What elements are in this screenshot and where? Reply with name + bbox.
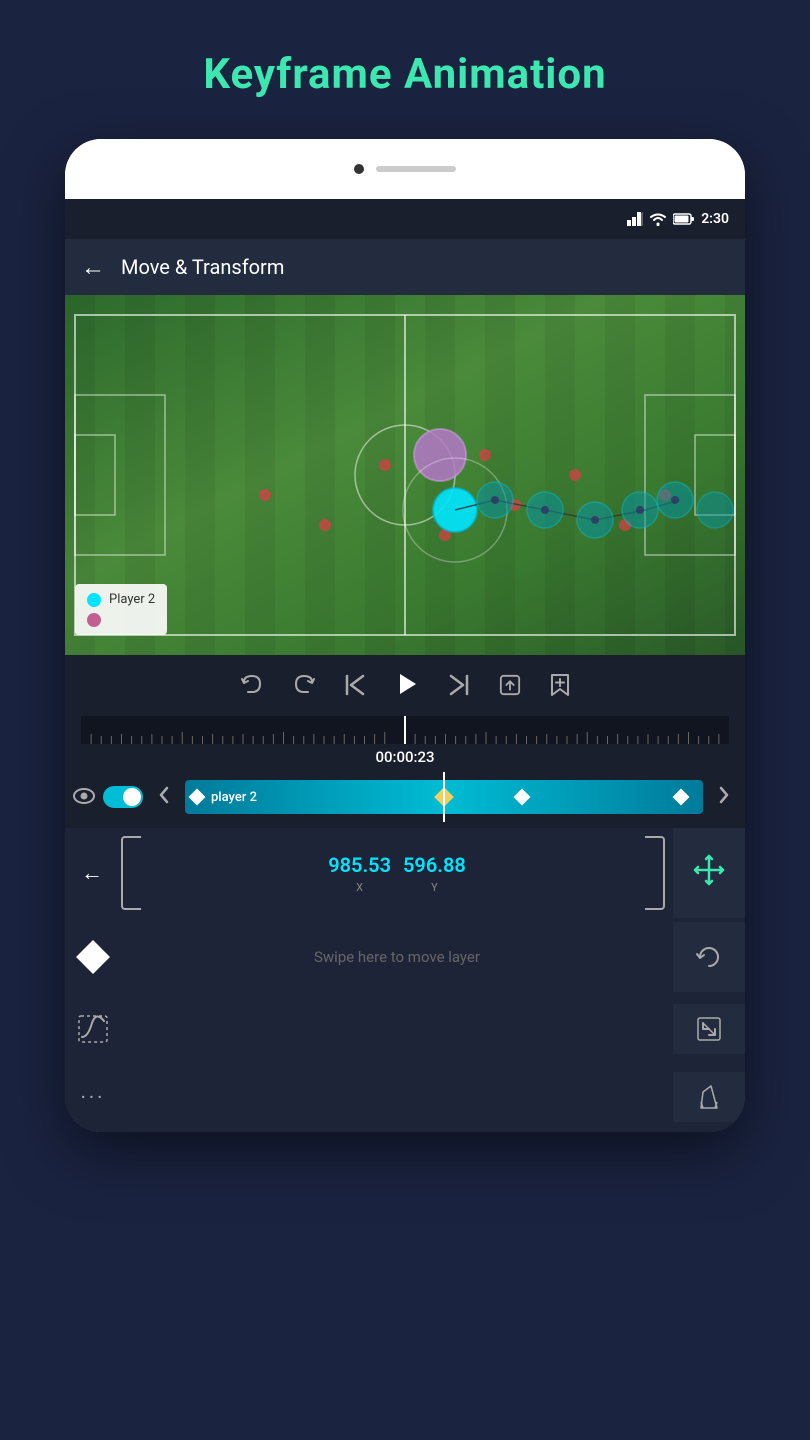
legend-item-purple: [87, 613, 155, 627]
speaker-bar: [376, 166, 456, 172]
skip-end-button[interactable]: [448, 674, 470, 702]
status-icons: 2:30: [627, 211, 729, 227]
status-time: 2:30: [701, 211, 729, 227]
timeline-area: // ticks generated via CSS below: [65, 716, 745, 774]
controls-buttons: [65, 671, 745, 704]
phone-top-bar: [65, 139, 745, 199]
tool-left-keyframe: [65, 945, 121, 969]
status-bar: 2:30: [65, 199, 745, 239]
track-nav-next[interactable]: [711, 782, 737, 813]
keyframe-tool-icon[interactable]: [76, 940, 110, 974]
more-options-button[interactable]: ···: [65, 1077, 121, 1117]
timecode-display: 00:00:23: [81, 744, 729, 774]
tool-right-rotate[interactable]: [673, 922, 745, 992]
undo-button[interactable]: [240, 674, 264, 702]
coord-bracket-left: [121, 836, 141, 910]
transform-inputs: 985.53 X 596.88 Y: [121, 828, 673, 918]
redo-button[interactable]: [292, 674, 316, 702]
x-label: X: [356, 881, 363, 894]
track-label: player 2: [211, 790, 257, 805]
phone-frame: 2:30 ← Move & Transform: [65, 139, 745, 1132]
skew-icon: [695, 1084, 723, 1110]
track-toggle[interactable]: [103, 786, 143, 808]
tool-left-dots: ···: [65, 1077, 121, 1117]
transform-row: ← 985.53 X 596.88 Y: [65, 828, 745, 918]
tool-left-strip: [65, 1015, 121, 1043]
track-strip[interactable]: player 2: [185, 780, 703, 814]
legend-dot-cyan: [87, 593, 101, 607]
legend-dot-purple: [87, 613, 101, 627]
track-toggle-thumb: [123, 788, 141, 806]
loop-button[interactable]: [498, 674, 522, 702]
battery-icon: [673, 213, 695, 225]
coord-field-y: 596.88 Y: [403, 853, 466, 894]
bottom-panel: ← 985.53 X 596.88 Y: [65, 828, 745, 1132]
track-cursor-line: [443, 772, 445, 822]
skip-start-button[interactable]: [344, 674, 366, 702]
video-area: Player 2: [65, 295, 745, 655]
x-value[interactable]: 985.53: [328, 853, 391, 877]
track-row: player 2: [65, 774, 745, 820]
timeline-ruler[interactable]: // ticks generated via CSS below: [81, 716, 729, 744]
track-nav-prev[interactable]: [151, 782, 177, 813]
legend-label-player2: Player 2: [109, 592, 155, 607]
tool-row-dots: ···: [65, 1062, 745, 1132]
rotate-icon: [695, 943, 723, 971]
move-icon: [693, 854, 725, 893]
app-bar: ← Move & Transform: [65, 239, 745, 295]
page-title: Keyframe Animation: [203, 50, 606, 99]
coord-field-x: 985.53 X: [328, 853, 391, 894]
tool-right-expand[interactable]: [673, 1004, 745, 1054]
tool-row-keyframe: Swipe here to move layer: [65, 918, 745, 996]
track-eye-icon[interactable]: [73, 785, 95, 809]
transform-back-button[interactable]: ←: [81, 860, 103, 886]
keyframe-left: [189, 789, 206, 806]
keyframe-right: [673, 789, 690, 806]
camera-dot: [354, 164, 364, 174]
signal-icon: [627, 212, 643, 226]
legend-item-player2: Player 2: [87, 592, 155, 607]
ease-icon[interactable]: [78, 1015, 108, 1043]
app-bar-title: Move & Transform: [121, 255, 284, 279]
swipe-area[interactable]: Swipe here to move layer: [121, 928, 673, 986]
bookmark-button[interactable]: [550, 673, 570, 703]
play-button[interactable]: [394, 671, 420, 704]
back-button[interactable]: ←: [81, 253, 105, 282]
wifi-icon: [649, 212, 667, 226]
expand-icon: [696, 1016, 722, 1042]
transform-right[interactable]: [673, 828, 745, 918]
keyframe-mid: [513, 789, 530, 806]
transform-left: ←: [65, 828, 121, 918]
tool-row-strip: [65, 996, 745, 1062]
tool-right-skew[interactable]: [673, 1072, 745, 1122]
y-label: Y: [431, 881, 438, 894]
y-value[interactable]: 596.88: [403, 853, 466, 877]
controls-bar: // ticks generated via CSS below: [65, 655, 745, 828]
legend-box: Player 2: [75, 584, 167, 635]
coord-bracket-right: [645, 836, 665, 910]
